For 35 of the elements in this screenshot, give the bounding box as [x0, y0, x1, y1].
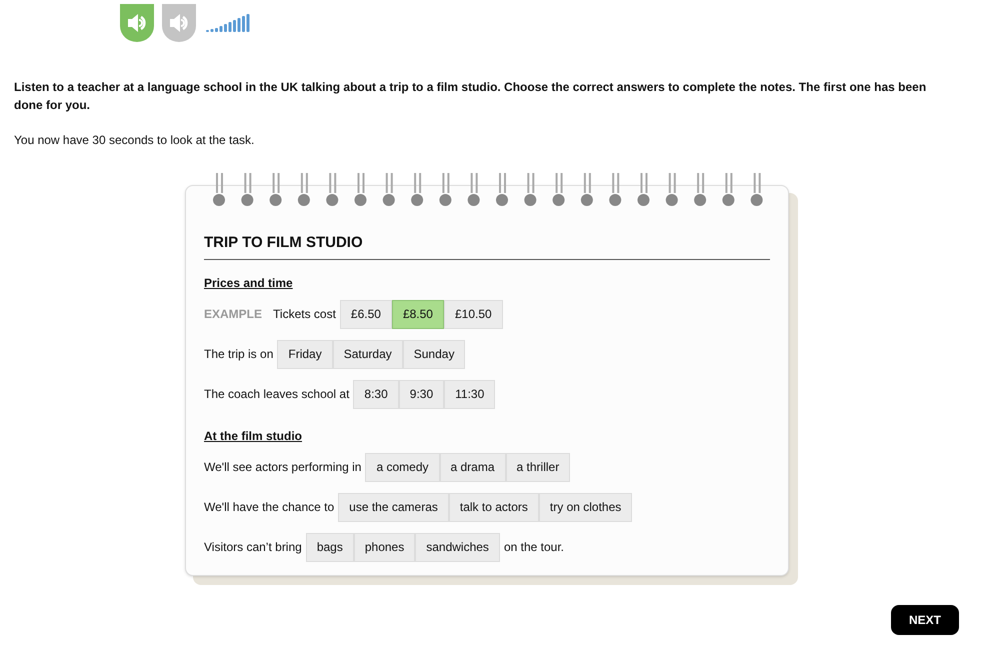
prompt-text: Tickets cost [273, 306, 336, 323]
prompt-text: Visitors can’t bring [204, 539, 302, 556]
prompt-text: The coach leaves school at [204, 386, 350, 403]
volume-meter-icon[interactable] [206, 12, 252, 34]
answer-option[interactable]: phones [354, 532, 416, 562]
answer-option[interactable]: a comedy [365, 452, 440, 482]
answer-option[interactable]: bags [306, 532, 354, 562]
answer-option[interactable]: sandwiches [415, 532, 500, 562]
prompt-text: We'll see actors performing in [204, 459, 362, 476]
speaker-icon[interactable] [160, 4, 198, 42]
example-label: EXAMPLE [204, 306, 262, 323]
answer-option[interactable]: Friday [277, 340, 333, 368]
prompt-text: We'll have the chance to [204, 499, 334, 516]
answer-option[interactable]: 9:30 [398, 380, 444, 408]
answer-option[interactable]: £10.50 [444, 300, 503, 328]
prompt-text: The trip is on [204, 346, 274, 363]
answer-option[interactable]: Saturday [332, 340, 403, 368]
answer-option[interactable]: talk to actors [448, 492, 539, 522]
section-heading: Prices and time [204, 274, 293, 292]
next-button[interactable]: NEXT [891, 605, 959, 635]
section-heading: At the film studio [204, 428, 302, 444]
answer-option[interactable]: a thriller [506, 452, 570, 482]
answer-option[interactable]: £8.50 [392, 300, 444, 328]
answer-option[interactable]: a drama [440, 452, 506, 482]
answer-option[interactable]: £6.50 [340, 300, 392, 328]
answer-option[interactable]: 8:30 [353, 380, 399, 408]
answer-option[interactable]: use the cameras [338, 492, 449, 522]
answer-option[interactable]: 11:30 [444, 380, 496, 408]
answer-option[interactable]: Sunday [402, 340, 466, 368]
notes-title: TRIP TO FILM STUDIO [204, 232, 770, 260]
instructions-text: Listen to a teacher at a language school in the UK talking about a trip to a film studio. Choose the correct answers to complete the notes. The first one has been done for you. [13, 79, 928, 114]
answer-option[interactable]: try on clothes [538, 492, 632, 522]
timer-note: You now have 30 seconds to look at the task. [13, 132, 256, 149]
speaker-icon[interactable] [118, 4, 156, 42]
suffix-text: on the tour. [504, 539, 564, 556]
